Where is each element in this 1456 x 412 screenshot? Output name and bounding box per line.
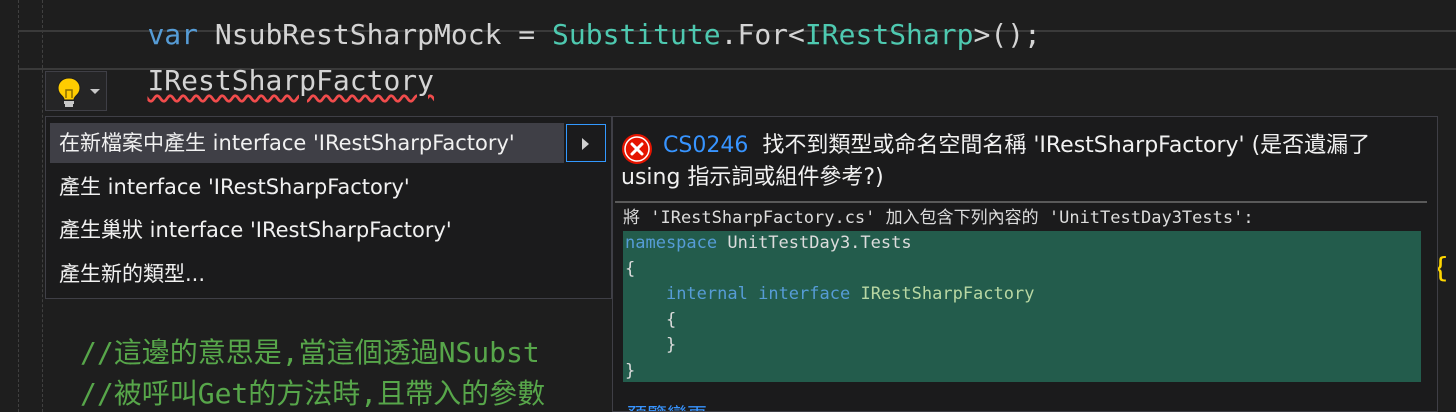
- menu-item-generate-nested-interface[interactable]: 產生巢狀 interface 'IRestSharpFactory': [50, 210, 452, 250]
- error-description: 找不到類型或命名空間名稱 'IRestSharpFactory' (是否遺漏了: [762, 133, 1371, 158]
- divider: [615, 201, 1427, 203]
- add-file-description: 將 'IRestSharpFactory.cs' 加入包含下列內容的 'Unit…: [623, 208, 1254, 228]
- error-icon: [622, 134, 652, 164]
- code-preview-line: {: [665, 309, 677, 330]
- unresolved-type-name[interactable]: IRestSharpFactory: [147, 64, 434, 97]
- class-name: Substitute: [552, 18, 721, 51]
- code-preview-line: internal interface IRestSharpFactory: [665, 284, 1035, 304]
- menu-item-generate-interface-new-file[interactable]: 在新檔案中產生 interface 'IRestSharpFactory': [50, 123, 564, 163]
- menu-item-generate-interface[interactable]: 產生 interface 'IRestSharpFactory': [50, 167, 410, 207]
- code-preview-line: }: [625, 360, 636, 381]
- generic-close: >();: [973, 18, 1041, 51]
- preview-changes-link[interactable]: 預覽變更: [627, 399, 707, 411]
- submenu-button[interactable]: [566, 124, 606, 162]
- code-preview: namespace UnitTestDay3.Tests { internal …: [623, 231, 1421, 382]
- error-text-line-2: using 指示詞或組件參考?): [621, 165, 884, 190]
- lightbulb-button[interactable]: [45, 71, 107, 111]
- method-name: For: [737, 18, 789, 51]
- generic-type: IRestSharp: [804, 18, 974, 51]
- comment-line-1: //這邊的意思是,當這個透過NSubst: [80, 336, 540, 369]
- code-preview-line: {: [625, 258, 636, 279]
- quick-actions-menu: 在新檔案中產生 interface 'IRestSharpFactory' 產生…: [45, 116, 612, 299]
- dot: .: [720, 18, 738, 51]
- comment-line-2: //被呼叫Get的方法時,且帶入的參數: [80, 377, 546, 410]
- generic-open: <: [788, 18, 805, 51]
- lightbulb-icon: [57, 77, 81, 107]
- chevron-down-icon[interactable]: [90, 89, 100, 94]
- menu-item-generate-new-type[interactable]: 產生新的類型...: [50, 254, 205, 294]
- chevron-right-icon: [582, 138, 589, 150]
- preview-pane: CS0246 找不到類型或命名空間名稱 'IRestSharpFactory' …: [612, 116, 1438, 412]
- operator: =: [501, 18, 553, 51]
- error-code-link[interactable]: CS0246: [663, 133, 748, 158]
- code-preview-line: namespace UnitTestDay3.Tests: [625, 233, 912, 253]
- error-text-line-1: CS0246 找不到類型或命名空間名稱 'IRestSharpFactory' …: [621, 131, 1421, 161]
- code-preview-line: }: [665, 335, 677, 355]
- error-message: CS0246 找不到類型或命名空間名稱 'IRestSharpFactory' …: [621, 131, 1421, 190]
